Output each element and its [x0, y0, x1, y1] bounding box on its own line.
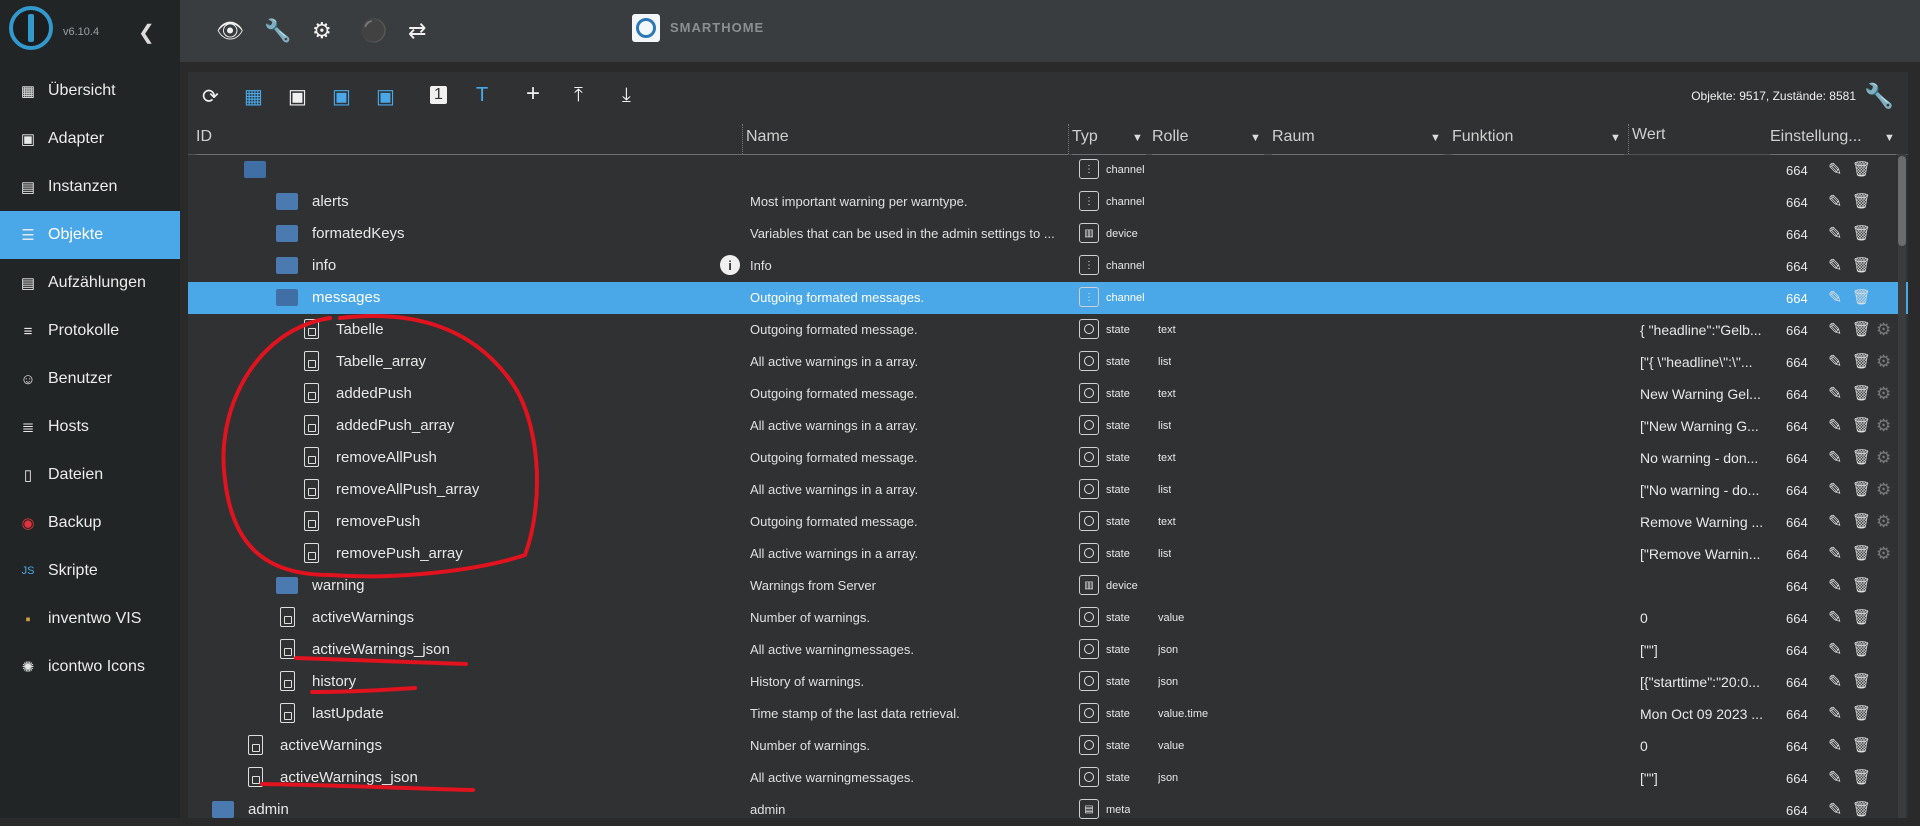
annotation-layer: [221, 314, 539, 792]
annotation-circle: [221, 314, 539, 579]
annotation-underline: [310, 686, 417, 694]
annotation-underline: [294, 656, 468, 666]
annotation-underline: [260, 782, 475, 792]
